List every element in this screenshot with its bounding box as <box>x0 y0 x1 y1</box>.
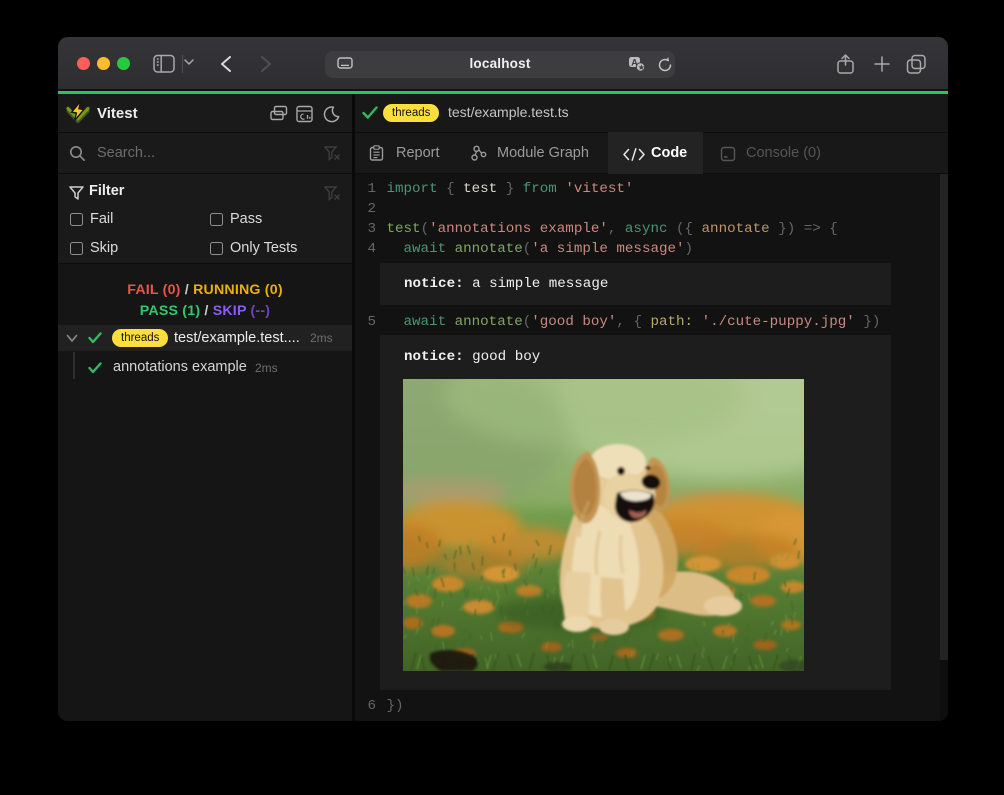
svg-text:★: ★ <box>638 63 645 72</box>
